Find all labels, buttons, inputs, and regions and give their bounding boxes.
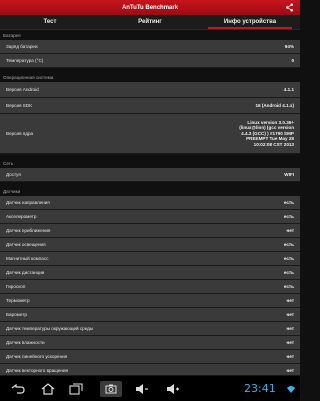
tab-label: Инфо устройства: [223, 19, 277, 25]
sensor-row-distance: Датчик дистанции есть: [0, 266, 300, 280]
sensor-row-magnetic-compass: Магнитный компасс есть: [0, 252, 300, 266]
home-icon[interactable]: [40, 382, 56, 396]
row-value: нет: [286, 367, 294, 373]
row-label: Датчик линейного ускорения: [6, 354, 68, 359]
row-label: Версия SDK: [6, 103, 33, 108]
network-access-row: Доступ WIFI: [0, 168, 300, 182]
row-label: Версия Android: [6, 87, 39, 92]
app-title-bar: AnTuTu Benchmark: [0, 0, 300, 15]
clock-time: 23:41: [244, 382, 276, 395]
row-label: Доступ: [6, 172, 21, 177]
sensor-row-ambient-temperature: Датчик температуры окружающей среды нет: [0, 322, 300, 336]
row-value: есть: [283, 199, 294, 205]
row-label: Заряд батареи: [6, 44, 38, 49]
section-header-os: Операционная система: [0, 73, 300, 82]
row-value: есть: [283, 213, 294, 219]
wifi-icon: [287, 386, 295, 393]
row-label: Датчик влажности: [6, 340, 45, 345]
row-value: 94%: [284, 43, 294, 49]
tab-test[interactable]: Тест: [0, 15, 100, 29]
row-label: Барометр: [6, 312, 27, 317]
row-label: Магнитный компасс: [6, 256, 49, 261]
row-label: Датчик приближения: [6, 228, 51, 233]
sensor-row-humidity: Датчик влажности нет: [0, 336, 300, 350]
row-value: WIFI: [284, 171, 294, 177]
row-label: Датчик векторного вращения: [6, 368, 69, 373]
row-value: 16 (Android 4.1.x): [255, 102, 294, 108]
share-icon[interactable]: [285, 3, 294, 12]
row-value: нет: [286, 311, 294, 317]
row-value: есть: [283, 283, 294, 289]
recent-apps-icon[interactable]: [68, 382, 84, 396]
row-value: есть: [283, 241, 294, 247]
sensor-row-accelerometer: Акселерометр есть: [0, 210, 300, 224]
sensor-row-gyroscope: Гироскоп есть: [0, 280, 300, 294]
row-label: Акселерометр: [6, 214, 37, 219]
row-value: нет: [286, 325, 294, 331]
battery-level-row: Заряд батареи 94%: [0, 40, 300, 54]
section-header-sensors: Датчики: [0, 187, 300, 196]
row-value: есть: [283, 255, 294, 261]
screenshot-icon[interactable]: [100, 381, 122, 397]
sensor-row-thermometer: Термометр нет: [0, 294, 300, 308]
row-label: Датчик дистанции: [6, 270, 45, 275]
sensor-row-light: Датчик освещения есть: [0, 238, 300, 252]
android-version-row: Версия Android 4.1.1: [0, 82, 300, 98]
app-title: AnTuTu Benchmark: [121, 4, 179, 11]
tab-label: Рейтинг: [138, 19, 162, 25]
volume-down-icon[interactable]: [134, 382, 150, 396]
sensor-row-orientation: Датчик направления есть: [0, 196, 300, 210]
row-value: нет: [286, 339, 294, 345]
row-value: 0: [291, 57, 294, 63]
sensor-row-proximity: Датчик приближения нет: [0, 224, 300, 238]
row-value: нет: [286, 297, 294, 303]
volume-up-icon[interactable]: [165, 382, 181, 396]
battery-temperature-row: Температура (°C) 0: [0, 54, 300, 68]
section-header-network: Сеть: [0, 159, 300, 168]
row-label: Датчик направления: [6, 200, 50, 205]
row-value: есть: [283, 269, 294, 275]
back-icon[interactable]: [10, 382, 26, 396]
sensor-row-linear-acceleration: Датчик линейного ускорения нет: [0, 350, 300, 364]
row-label: Температура (°C): [6, 58, 44, 63]
row-value: нет: [286, 353, 294, 359]
kernel-version-row: Версия ядра Linux version 3.0.36+ (linux…: [0, 114, 300, 154]
row-label: Гироскоп: [6, 284, 26, 289]
row-label: Термометр: [6, 298, 30, 303]
row-label: Датчик температуры окружающей среды: [6, 326, 94, 331]
status-icons: [286, 384, 296, 394]
tab-label: Тест: [43, 19, 57, 25]
row-value: 4.1.1: [283, 86, 294, 92]
tab-rating[interactable]: Рейтинг: [100, 15, 200, 29]
row-value: Linux version 3.0.36+ (linux@linn) (gcc …: [239, 119, 294, 147]
sdk-version-row: Версия SDK 16 (Android 4.1.x): [0, 98, 300, 114]
tab-bar: Тест Рейтинг Инфо устройства: [0, 15, 300, 30]
sensor-row-rotation-vector: Датчик векторного вращения нет: [0, 364, 300, 375]
tab-device-info[interactable]: Инфо устройства: [200, 15, 300, 29]
row-label: Датчик освещения: [6, 242, 46, 247]
sensor-row-barometer: Барометр нет: [0, 308, 300, 322]
row-label: Версия ядра: [6, 131, 34, 136]
row-value: нет: [286, 227, 294, 233]
system-navigation-bar: 23:41: [0, 375, 300, 401]
section-header-battery: Батарея: [0, 31, 300, 40]
device-info-list[interactable]: Батарея Заряд батареи 94% Температура (°…: [0, 31, 300, 375]
